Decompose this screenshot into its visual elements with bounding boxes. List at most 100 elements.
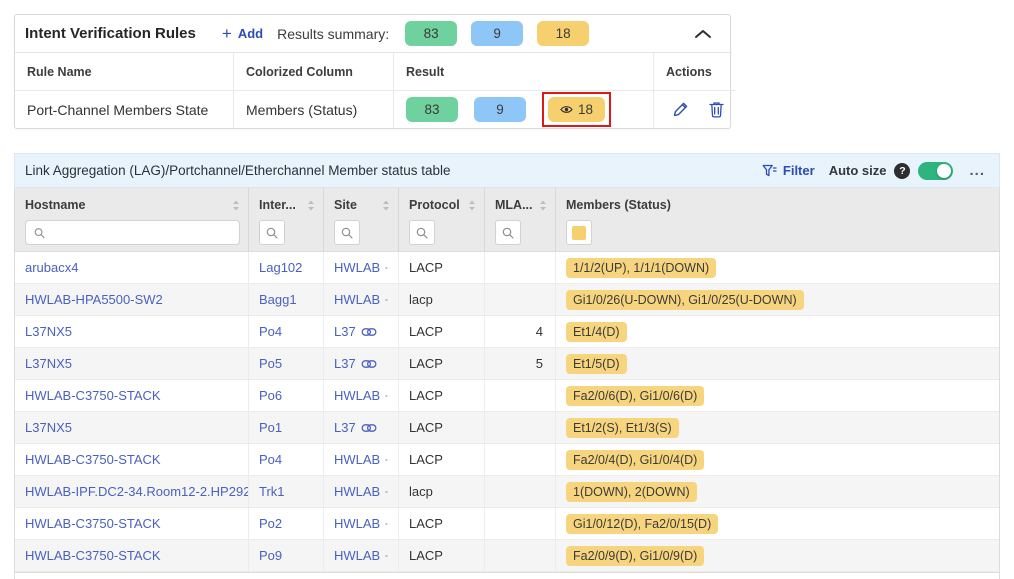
- table-row: HWLAB-C3750-STACK Po4 HWLAB LACP Fa2/0/4…: [15, 444, 999, 476]
- protocol-search-filter-button[interactable]: [409, 220, 435, 245]
- interface-link[interactable]: Po4: [249, 444, 324, 475]
- site-search-filter-button[interactable]: [334, 220, 360, 245]
- interface-link[interactable]: Po5: [249, 348, 324, 379]
- column-header-actions: Actions: [654, 53, 736, 91]
- lag-panel-title: Link Aggregation (LAG)/Portchannel/Ether…: [25, 163, 451, 178]
- filter-button[interactable]: Filter: [762, 163, 815, 178]
- hostname-search-input[interactable]: [25, 220, 240, 245]
- autosize-toggle[interactable]: [918, 162, 953, 180]
- column-label: Protocol: [409, 198, 460, 212]
- site-link[interactable]: HWLAB: [334, 516, 380, 531]
- mlag-cell: 4: [485, 316, 556, 347]
- members-cell: Gi1/0/12(D), Fa2/0/15(D): [556, 508, 999, 539]
- filter-funnel-icon: [762, 164, 777, 178]
- member-status-pill: Gi1/0/26(U-DOWN), Gi1/0/25(U-DOWN): [566, 290, 804, 310]
- panel-title: Intent Verification Rules: [25, 25, 196, 42]
- hostname-link[interactable]: L37NX5: [15, 412, 249, 443]
- results-summary-badges: 83918: [405, 21, 589, 46]
- hostname-link[interactable]: HWLAB-C3750-STACK: [15, 508, 249, 539]
- table-row: arubacx4 Lag102 HWLAB LACP 1/1/2(UP), 1/…: [15, 252, 999, 284]
- column-header-result: Result: [394, 53, 654, 91]
- count-badge-yellow[interactable]: 18: [548, 97, 605, 122]
- add-button-label: Add: [238, 26, 263, 41]
- site-link[interactable]: HWLAB: [334, 292, 380, 307]
- hostname-link[interactable]: HWLAB-C3750-STACK: [15, 444, 249, 475]
- interface-link[interactable]: Po2: [249, 508, 324, 539]
- hostname-link[interactable]: HWLAB-IPF.DC2-34.Room12-2.HP2920: [15, 476, 249, 507]
- link-icon: [385, 263, 388, 273]
- members-cell: Et1/4(D): [556, 316, 999, 347]
- protocol-cell: LACP: [399, 380, 485, 411]
- protocol-cell: LACP: [399, 316, 485, 347]
- hostname-link[interactable]: HWLAB-C3750-STACK: [15, 380, 249, 411]
- badge-value: 9: [493, 26, 501, 41]
- mlag-cell: [485, 380, 556, 411]
- hostname-link[interactable]: L37NX5: [15, 316, 249, 347]
- add-rule-button[interactable]: + Add: [222, 25, 263, 42]
- table-row: L37NX5 Po5 L37 LACP 5 Et1/5(D): [15, 348, 999, 380]
- edit-rule-button[interactable]: [672, 101, 689, 118]
- pencil-icon: [672, 101, 689, 118]
- mlag-search-filter-button[interactable]: [495, 220, 521, 245]
- delete-rule-button[interactable]: [709, 101, 724, 118]
- site-link[interactable]: HWLAB: [334, 452, 380, 467]
- site-cell: HWLAB: [324, 508, 399, 539]
- interface-link[interactable]: Po6: [249, 380, 324, 411]
- count-badge-blue: 9: [471, 21, 523, 46]
- sort-icon[interactable]: [539, 200, 547, 211]
- badge-value: 83: [424, 102, 439, 117]
- sort-icon[interactable]: [232, 200, 240, 211]
- sort-icon[interactable]: [382, 200, 390, 211]
- mlag-cell: [485, 284, 556, 315]
- more-options-button[interactable]: ...: [967, 163, 987, 178]
- hostname-link[interactable]: L37NX5: [15, 348, 249, 379]
- link-icon: [385, 455, 388, 465]
- member-status-pill: Et1/2(S), Et1/3(S): [566, 418, 679, 438]
- badge-value: 18: [578, 102, 593, 117]
- column-label: Members (Status): [566, 198, 671, 212]
- members-cell: 1(DOWN), 2(DOWN): [556, 476, 999, 507]
- sort-icon[interactable]: [468, 200, 476, 211]
- table-controls: Filter Auto size ? ...: [762, 162, 987, 180]
- interface-link[interactable]: Lag102: [249, 252, 324, 283]
- column-header-rule-name: Rule Name: [15, 53, 234, 91]
- mlag-cell: [485, 444, 556, 475]
- count-badge-green[interactable]: 83: [406, 97, 458, 122]
- rule-actions-cell: [654, 91, 736, 128]
- interface-link[interactable]: Po1: [249, 412, 324, 443]
- interface-search-filter-button[interactable]: [259, 220, 285, 245]
- site-link[interactable]: HWLAB: [334, 548, 380, 563]
- site-link[interactable]: HWLAB: [334, 484, 380, 499]
- site-link[interactable]: L37: [334, 324, 356, 339]
- table-row: L37NX5 Po1 L37 LACP Et1/2(S), Et1/3(S): [15, 412, 999, 444]
- member-status-pill: 1/1/2(UP), 1/1/1(DOWN): [566, 258, 716, 278]
- search-icon: [341, 227, 353, 239]
- lag-panel-header: Link Aggregation (LAG)/Portchannel/Ether…: [14, 153, 1000, 188]
- site-link[interactable]: L37: [334, 356, 356, 371]
- lag-table-body: arubacx4 Lag102 HWLAB LACP 1/1/2(UP), 1/…: [14, 252, 1000, 573]
- hostname-link[interactable]: HWLAB-HPA5500-SW2: [15, 284, 249, 315]
- members-cell: Gi1/0/26(U-DOWN), Gi1/0/25(U-DOWN): [556, 284, 999, 315]
- count-badge-blue[interactable]: 9: [474, 97, 526, 122]
- interface-link[interactable]: Po4: [249, 316, 324, 347]
- member-status-pill: 1(DOWN), 2(DOWN): [566, 482, 697, 502]
- site-link[interactable]: HWLAB: [334, 388, 380, 403]
- hostname-link[interactable]: arubacx4: [15, 252, 249, 283]
- intent-verification-rules-panel: Intent Verification Rules + Add Results …: [14, 14, 731, 129]
- site-cell: HWLAB: [324, 540, 399, 571]
- interface-link[interactable]: Trk1: [249, 476, 324, 507]
- mlag-cell: [485, 540, 556, 571]
- help-icon[interactable]: ?: [894, 163, 910, 179]
- protocol-cell: LACP: [399, 508, 485, 539]
- collapse-panel-button[interactable]: [690, 27, 716, 41]
- interface-link[interactable]: Po9: [249, 540, 324, 571]
- hostname-link[interactable]: HWLAB-C3750-STACK: [15, 540, 249, 571]
- sort-icon[interactable]: [307, 200, 315, 211]
- member-status-pill: Fa2/0/4(D), Gi1/0/4(D): [566, 450, 704, 470]
- column-label: Inter...: [259, 198, 296, 212]
- site-link[interactable]: HWLAB: [334, 260, 380, 275]
- members-cell: Fa2/0/4(D), Gi1/0/4(D): [556, 444, 999, 475]
- members-color-filter-button[interactable]: [566, 220, 592, 245]
- site-link[interactable]: L37: [334, 420, 356, 435]
- interface-link[interactable]: Bagg1: [249, 284, 324, 315]
